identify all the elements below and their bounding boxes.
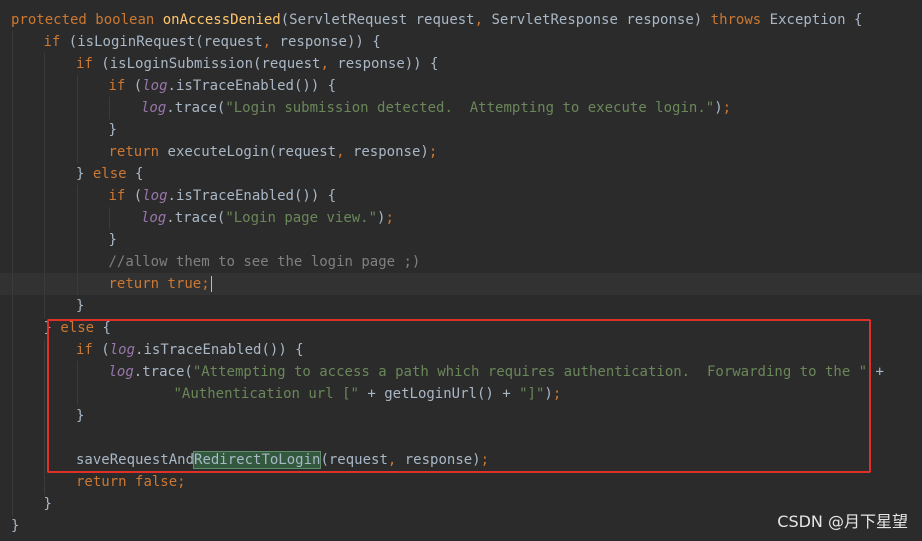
code-token: if	[76, 56, 102, 72]
code-token: log	[141, 210, 167, 226]
indent-guide	[77, 185, 78, 295]
code-line[interactable]: }	[109, 119, 117, 141]
code-token: ,	[320, 56, 338, 72]
code-editor[interactable]: protected boolean onAccessDenied(Servlet…	[0, 0, 922, 541]
code-line[interactable]: }	[76, 295, 84, 317]
indent-guide	[77, 75, 78, 163]
code-token: ;	[385, 210, 394, 226]
code-token: return	[108, 144, 168, 160]
code-token: ServletResponse response)	[491, 12, 711, 28]
indent-guide	[109, 207, 110, 229]
text-caret	[210, 276, 212, 292]
code-token: return	[76, 474, 136, 490]
code-token: response)) {	[337, 56, 439, 72]
code-line[interactable]: }	[109, 229, 117, 251]
code-token: (ServletRequest request	[280, 12, 475, 28]
csdn-watermark: CSDN @月下星望	[777, 512, 908, 531]
code-token: ;	[428, 144, 438, 160]
code-token: if	[43, 34, 69, 50]
code-line[interactable]: if (log.isTraceEnabled()) {	[109, 75, 337, 97]
code-token: response)) {	[279, 34, 381, 50]
code-token: else	[92, 166, 136, 182]
code-token: }	[76, 298, 85, 314]
code-token: onAccessDenied	[162, 12, 281, 28]
code-token: }	[108, 232, 117, 248]
code-line[interactable]: if (log.isTraceEnabled()) {	[109, 185, 337, 207]
code-token: .trace(	[166, 100, 226, 116]
code-line[interactable]: }	[11, 515, 19, 537]
code-token: Exception {	[769, 12, 863, 28]
code-line[interactable]: }	[44, 493, 52, 515]
indent-guide	[44, 53, 45, 318]
code-token: (isLoginSubmission(request	[101, 56, 321, 72]
code-token: .isTraceEnabled()) {	[167, 188, 337, 204]
code-token: boolean	[95, 12, 163, 28]
code-token: if	[108, 78, 134, 94]
code-token: }	[11, 518, 20, 534]
code-token: {	[135, 166, 144, 182]
code-line[interactable]: } else {	[76, 163, 143, 185]
code-line[interactable]: //allow them to see the login page ;)	[109, 251, 421, 273]
indent-guide	[44, 339, 45, 495]
code-token: ;	[722, 100, 732, 116]
code-token: }	[76, 166, 93, 182]
code-token: (	[133, 188, 143, 204]
code-line[interactable]: return false;	[76, 471, 186, 493]
code-token: false;	[135, 474, 186, 490]
code-line[interactable]: log.trace("Login submission detected. At…	[141, 97, 731, 119]
code-token: ,	[474, 12, 492, 28]
code-token: //allow them to see the login page ;)	[108, 254, 421, 270]
code-token: (isLoginRequest(request	[68, 34, 263, 50]
code-token: ,	[262, 34, 280, 50]
code-line[interactable]: return true;	[109, 273, 212, 295]
code-token: executeLogin(request	[167, 144, 337, 160]
code-token: ,	[336, 144, 353, 160]
code-token: log	[142, 188, 168, 204]
code-token: throws	[710, 12, 770, 28]
code-token: }	[108, 122, 117, 138]
indent-guide	[109, 97, 110, 119]
code-token: .isTraceEnabled()) {	[167, 78, 337, 94]
indent-guide	[12, 31, 13, 517]
code-token: protected	[11, 12, 96, 28]
code-token: }	[43, 496, 52, 512]
code-token: log	[141, 100, 167, 116]
code-token: log	[142, 78, 168, 94]
red-annotation-box	[47, 319, 871, 473]
code-token: .trace(	[166, 210, 226, 226]
code-token: return	[108, 276, 168, 292]
code-line[interactable]: if (isLoginRequest(request, response)) {	[44, 31, 381, 53]
code-line[interactable]: if (isLoginSubmission(request, response)…	[76, 53, 438, 75]
code-line[interactable]: return executeLogin(request, response);	[109, 141, 438, 163]
code-token: (	[133, 78, 143, 94]
code-line[interactable]: protected boolean onAccessDenied(Servlet…	[11, 9, 862, 31]
code-token: response)	[352, 144, 429, 160]
code-token: +	[875, 364, 884, 380]
code-token: )	[714, 100, 723, 116]
code-token: "Login page view."	[225, 210, 378, 226]
code-token: "Login submission detected. Attempting t…	[225, 100, 715, 116]
code-token: true;	[167, 276, 210, 292]
code-line[interactable]: log.trace("Login page view.");	[141, 207, 394, 229]
code-token: if	[108, 188, 134, 204]
